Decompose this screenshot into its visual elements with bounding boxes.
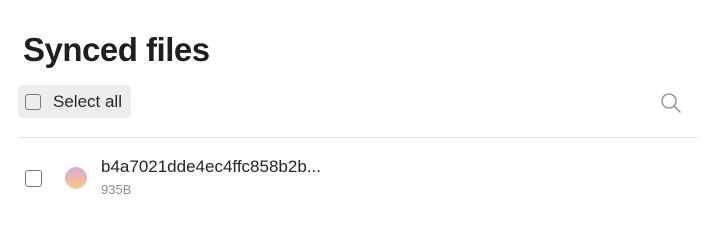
file-size: 935B [101, 182, 132, 197]
search-icon [661, 93, 681, 113]
select-all-checkbox[interactable] [25, 93, 41, 110]
file-checkbox[interactable] [25, 170, 42, 187]
file-avatar-icon [65, 167, 87, 189]
select-all-button[interactable]: Select all [18, 85, 131, 118]
page-title: Synced files [23, 31, 210, 68]
file-row[interactable]: b4a7021dde4ec4ffc858b2b... 935B [18, 150, 698, 206]
file-name: b4a7021dde4ec4ffc858b2b... [101, 157, 321, 176]
search-button[interactable] [656, 88, 686, 118]
divider [18, 137, 698, 138]
select-all-label: Select all [53, 91, 122, 111]
